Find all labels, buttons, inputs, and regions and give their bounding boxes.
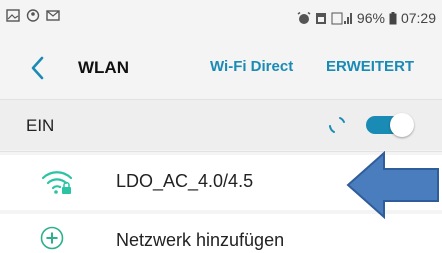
advanced-button[interactable]: ERWEITERT [326,58,414,75]
page-title: WLAN [78,58,129,77]
wifi-direct-button[interactable]: Wi-Fi Direct [210,58,293,75]
image-icon [6,9,20,22]
battery-percent: 96% [356,10,385,26]
status-left-icons [6,9,60,22]
add-network-item[interactable]: Netzwerk hinzufügen [0,214,442,253]
alarm-icon [297,11,311,24]
status-right: 96% 07:29 [297,10,436,26]
sim-icon [315,12,326,24]
add-network-label: Netzwerk hinzufügen [116,230,285,250]
wlan-switch-row[interactable]: EIN [0,100,442,150]
toggle-knob [390,113,414,137]
battery-icon [389,11,397,24]
wlan-toggle[interactable] [366,113,414,137]
plus-icon [40,226,64,250]
loading-spinner-icon [329,117,345,133]
arrow-left-icon [346,151,439,219]
clock: 07:29 [400,10,436,26]
app-header: WLAN Wi-Fi Direct ERWEITERT [0,42,442,96]
signal-icon [331,12,352,24]
circle-icon [26,9,40,22]
mail-icon [46,10,60,21]
wifi-locked-icon [41,171,73,194]
status-bar: 96% 07:29 [0,0,442,38]
network-name: LDO_AC_4.0/4.5 [116,171,254,191]
back-arrow-icon[interactable] [26,54,50,82]
wlan-state-label: EIN [26,116,55,135]
